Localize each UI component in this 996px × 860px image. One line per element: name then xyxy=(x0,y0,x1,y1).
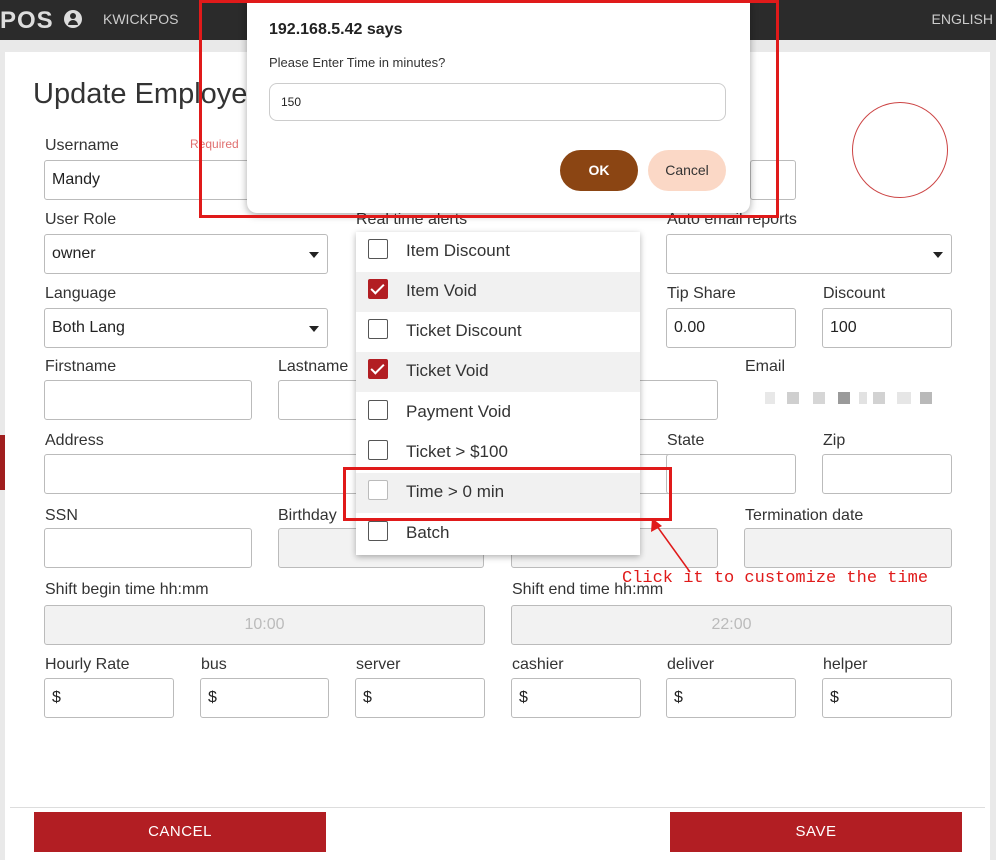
shift-begin-input[interactable]: 10:00 xyxy=(44,605,485,645)
alert-option-item-discount[interactable]: Item Discount xyxy=(356,232,640,272)
bus-rate-input[interactable]: $ xyxy=(200,678,329,718)
auto-email-reports-select[interactable] xyxy=(666,234,952,274)
annotation-text: Click it to customize the time xyxy=(622,569,929,588)
checkbox-checked[interactable] xyxy=(368,359,388,379)
deliver-rate-input[interactable]: $ xyxy=(666,678,796,718)
deliver-rate-label: deliver xyxy=(667,656,715,673)
brand-logo: POS xyxy=(0,7,54,34)
user-icon[interactable] xyxy=(64,10,82,28)
option-label: Ticket Void xyxy=(406,361,489,380)
username-label: Username xyxy=(45,137,119,154)
user-role-value: owner xyxy=(52,245,96,262)
checkbox[interactable] xyxy=(368,239,388,259)
option-label: Batch xyxy=(406,523,450,542)
language-value: Both Lang xyxy=(52,319,125,336)
tip-share-input[interactable]: 0.00 xyxy=(666,308,796,348)
discount-input[interactable]: 100 xyxy=(822,308,952,348)
highlight-box-time-option xyxy=(343,467,672,521)
bus-rate-label: bus xyxy=(201,656,227,673)
footer-divider xyxy=(10,807,985,808)
shift-begin-label: Shift begin time hh:mm xyxy=(45,581,209,598)
firstname-label: Firstname xyxy=(45,358,117,375)
checkbox[interactable] xyxy=(368,319,388,339)
alert-option-ticket-discount[interactable]: Ticket Discount xyxy=(356,312,640,352)
checkbox[interactable] xyxy=(368,400,388,420)
alert-option-payment-void[interactable]: Payment Void xyxy=(356,393,640,433)
zip-label: Zip xyxy=(823,432,846,449)
helper-rate-input[interactable]: $ xyxy=(822,678,952,718)
termination-date-input[interactable] xyxy=(744,528,952,568)
avatar[interactable] xyxy=(852,102,948,198)
zip-input[interactable] xyxy=(822,454,952,494)
ssn-input[interactable] xyxy=(44,528,252,568)
language-label: Language xyxy=(45,285,117,302)
store-name: KWICKPOS xyxy=(103,11,179,27)
save-button[interactable]: SAVE xyxy=(670,812,962,852)
address-label: Address xyxy=(45,432,104,449)
hourly-rate-input[interactable]: $ xyxy=(44,678,174,718)
user-role-select[interactable]: owner xyxy=(44,234,328,274)
chevron-down-icon xyxy=(933,252,943,258)
lastname-label: Lastname xyxy=(278,358,349,375)
firstname-input[interactable] xyxy=(44,380,252,420)
option-label: Ticket Discount xyxy=(406,321,522,340)
option-label: Payment Void xyxy=(406,402,511,421)
email-input-redacted[interactable] xyxy=(745,380,950,428)
shift-end-input[interactable]: 22:00 xyxy=(511,605,952,645)
checkbox[interactable] xyxy=(368,440,388,460)
user-role-label: User Role xyxy=(45,211,117,228)
chevron-down-icon xyxy=(309,326,319,332)
hourly-rate-label: Hourly Rate xyxy=(45,656,130,673)
email-label: Email xyxy=(745,358,786,375)
option-label: Item Void xyxy=(406,281,477,300)
cashier-rate-label: cashier xyxy=(512,656,564,673)
highlight-box-dialog xyxy=(199,0,779,218)
language-select[interactable]: Both Lang xyxy=(44,308,328,348)
checkbox-checked[interactable] xyxy=(368,279,388,299)
option-label: Ticket > $100 xyxy=(406,442,508,461)
ssn-label: SSN xyxy=(45,507,78,524)
cashier-rate-input[interactable]: $ xyxy=(511,678,641,718)
state-label: State xyxy=(667,432,705,449)
tip-share-label: Tip Share xyxy=(667,285,736,302)
language-switch[interactable]: ENGLISH xyxy=(932,11,993,27)
alert-option-item-void[interactable]: Item Void xyxy=(356,272,640,312)
discount-label: Discount xyxy=(823,285,886,302)
state-input[interactable] xyxy=(666,454,796,494)
server-rate-input[interactable]: $ xyxy=(355,678,485,718)
alert-option-ticket-void[interactable]: Ticket Void xyxy=(356,352,640,392)
cancel-button[interactable]: CANCEL xyxy=(34,812,326,852)
chevron-down-icon xyxy=(309,252,319,258)
checkbox[interactable] xyxy=(368,521,388,541)
helper-rate-label: helper xyxy=(823,656,868,673)
termination-date-label: Termination date xyxy=(745,507,864,524)
server-rate-label: server xyxy=(356,656,401,673)
birthday-label: Birthday xyxy=(278,507,337,524)
option-label: Item Discount xyxy=(406,241,510,260)
